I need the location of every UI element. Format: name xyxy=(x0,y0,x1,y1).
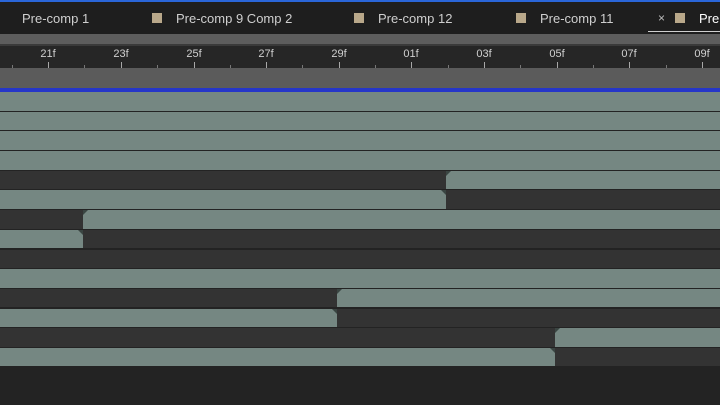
close-icon[interactable]: × xyxy=(658,11,665,25)
tab-label: Pre-comp 1 xyxy=(22,10,90,26)
ruler-label: 29f xyxy=(331,48,347,60)
tab-active-pre[interactable]: × Pre xyxy=(647,2,720,34)
tab-pre-comp-9-comp-2[interactable]: Pre-comp 9 Comp 2 xyxy=(152,2,292,34)
ruler-label: 03f xyxy=(476,48,492,60)
ruler-label: 25f xyxy=(186,48,202,60)
layer-track xyxy=(0,170,720,190)
ruler-label: 27f xyxy=(258,48,274,60)
label-color-swatch-icon xyxy=(152,13,162,23)
layer-duration-bar[interactable] xyxy=(0,190,446,209)
tab-pre-comp-12[interactable]: Pre-comp 12 xyxy=(354,2,452,34)
layer-duration-bar[interactable] xyxy=(0,151,720,170)
layer-duration-bar[interactable] xyxy=(555,328,720,347)
tab-pre-comp-1[interactable]: Pre-comp 1 xyxy=(0,2,89,34)
layer-track xyxy=(0,151,720,170)
layer-tracks xyxy=(0,92,720,368)
layer-track xyxy=(0,347,720,367)
label-color-swatch-icon xyxy=(516,13,526,23)
layer-track xyxy=(0,249,720,268)
layer-duration-bar[interactable] xyxy=(0,347,555,367)
layer-duration-bar[interactable] xyxy=(0,308,337,328)
tab-label: Pre-comp 11 xyxy=(540,10,614,26)
label-color-swatch-icon xyxy=(354,13,364,23)
layer-track xyxy=(0,190,720,209)
ruler-label: 01f xyxy=(403,48,419,60)
ruler-label: 21f xyxy=(40,48,56,60)
ruler-label: 07f xyxy=(621,48,637,60)
tab-label: Pre-comp 9 Comp 2 xyxy=(176,10,293,26)
tab-label: Pre-comp 12 xyxy=(378,10,453,26)
layer-track xyxy=(0,131,720,150)
layer-duration-bar[interactable] xyxy=(0,131,720,150)
layer-track xyxy=(0,308,720,328)
work-area-bar[interactable] xyxy=(0,34,720,44)
tab-label: Pre xyxy=(699,10,720,26)
composition-tab-bar: Pre-comp 1 Pre-comp 9 Comp 2 Pre-comp 12… xyxy=(0,0,720,34)
tab-pre-comp-11[interactable]: Pre-comp 11 xyxy=(516,2,613,34)
layer-duration-bar[interactable] xyxy=(0,229,83,249)
layer-track xyxy=(0,111,720,131)
layer-duration-bar[interactable] xyxy=(0,269,720,288)
label-color-swatch-icon xyxy=(675,13,686,23)
ruler-label: 09f xyxy=(694,48,710,60)
layer-track xyxy=(0,269,720,288)
layer-track xyxy=(0,288,720,308)
ruler-label: 23f xyxy=(113,48,129,60)
layer-track xyxy=(0,210,720,229)
layer-duration-bar[interactable] xyxy=(446,170,720,190)
layer-track xyxy=(0,92,720,111)
ruler-label: 05f xyxy=(549,48,565,60)
layer-duration-bar[interactable] xyxy=(0,92,720,111)
time-ruler[interactable]: 21f 23f 25f 27f 29f 01f 03f 05f 07f 09f xyxy=(0,46,720,68)
layer-duration-bar[interactable] xyxy=(83,210,720,229)
layer-track xyxy=(0,328,720,347)
layer-duration-bar[interactable] xyxy=(0,111,720,131)
layer-duration-bar[interactable] xyxy=(337,288,720,308)
layer-track xyxy=(0,229,720,249)
comp-render-area-bar xyxy=(0,68,720,88)
